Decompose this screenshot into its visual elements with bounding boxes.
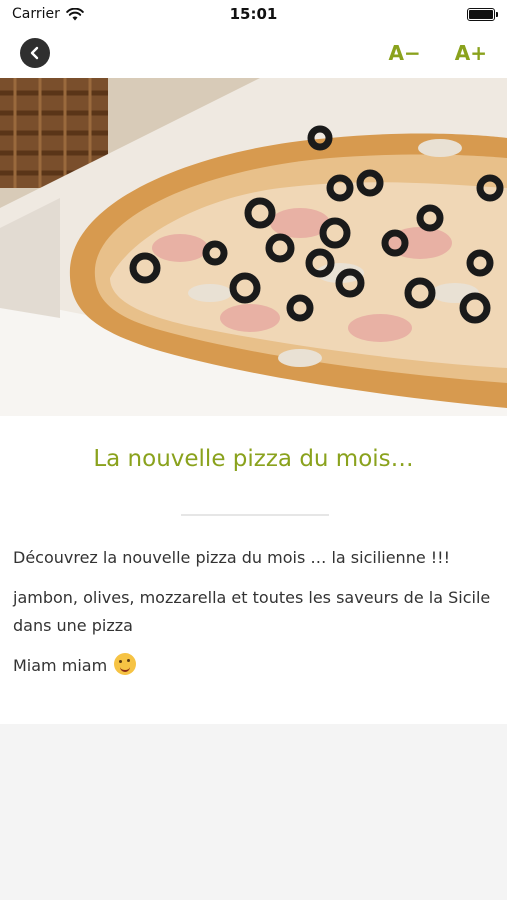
article-paragraph: Découvrez la nouvelle pizza du mois … la…: [13, 548, 450, 567]
title-divider: [181, 514, 329, 516]
font-size-controls: A− A+: [389, 41, 488, 65]
article-paragraph-text: Miam miam: [13, 656, 108, 675]
article-paragraph: jambon, olives, mozzarella et toutes les…: [13, 588, 491, 635]
wifi-icon: [66, 7, 84, 20]
decrease-font-button[interactable]: A−: [389, 41, 421, 65]
article-card: La nouvelle pizza du mois… Découvrez la …: [0, 416, 507, 724]
increase-font-button[interactable]: A+: [455, 41, 487, 65]
article-paragraph-last: Miam miam: [13, 652, 493, 680]
nav-bar: A− A+: [0, 28, 507, 78]
yum-face-emoji-icon: [114, 653, 137, 675]
chevron-left-icon: [30, 46, 39, 60]
carrier-group: Carrier: [12, 6, 84, 22]
battery-icon: [467, 7, 498, 21]
hero-image: [0, 78, 507, 416]
back-button[interactable]: [20, 38, 50, 68]
carrier-label: Carrier: [12, 6, 60, 22]
pizza-photo-icon: [0, 78, 507, 416]
status-bar: Carrier 15:01: [0, 0, 507, 28]
article-title: La nouvelle pizza du mois…: [93, 446, 414, 472]
article-body: Découvrez la nouvelle pizza du mois … la…: [13, 544, 493, 692]
